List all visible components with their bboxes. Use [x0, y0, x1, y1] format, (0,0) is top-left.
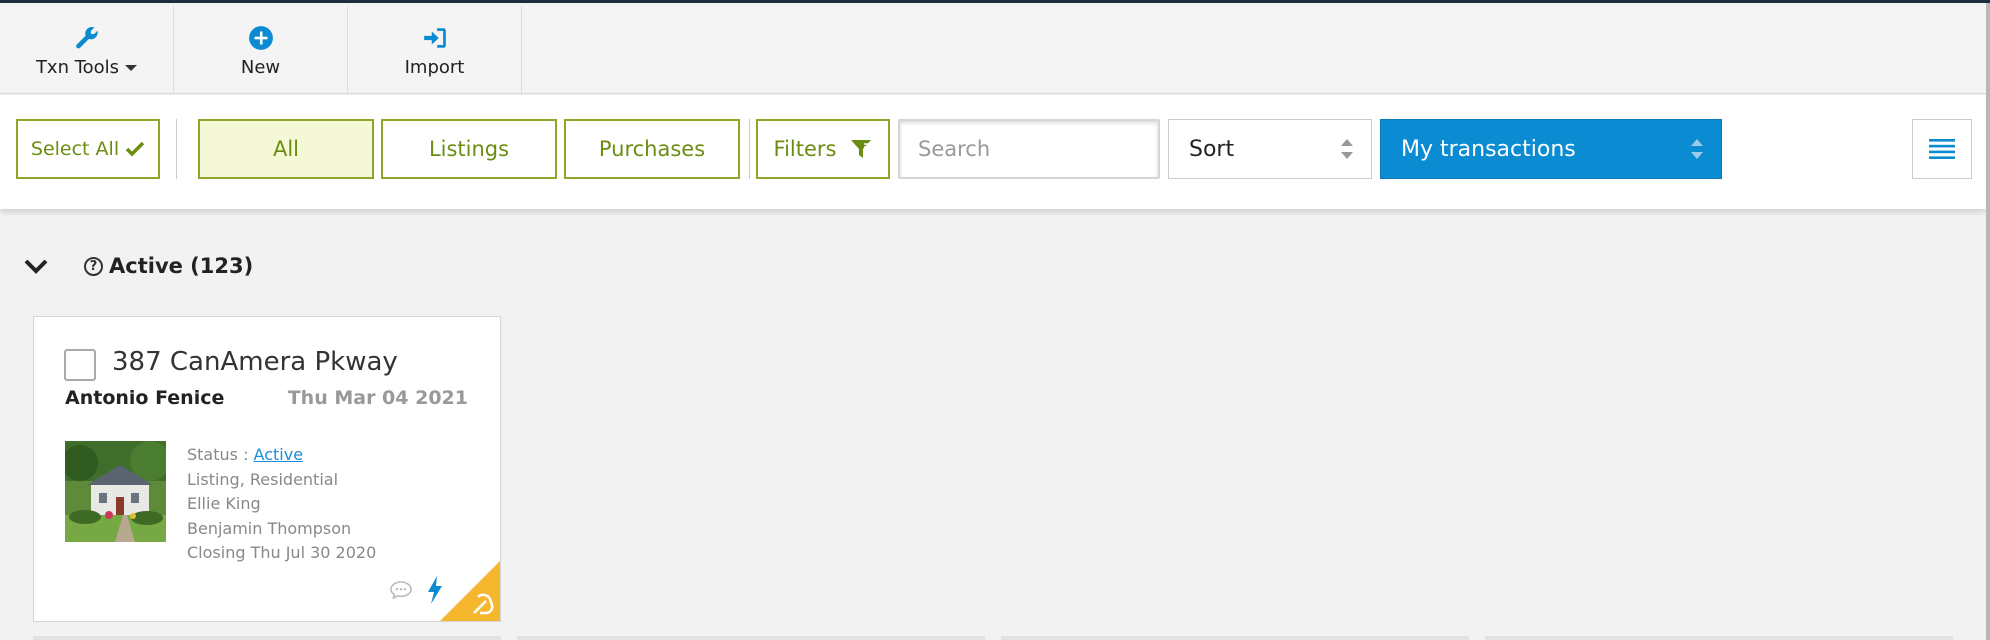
- card-address[interactable]: 387 CanAmera Pkway: [112, 347, 398, 377]
- import-button[interactable]: Import: [348, 6, 522, 94]
- select-all-label: Select All: [30, 138, 120, 160]
- divider: [176, 119, 177, 179]
- hand-corner-icon[interactable]: [440, 561, 500, 621]
- list-menu-button[interactable]: [1912, 119, 1972, 179]
- comment-icon[interactable]: [390, 581, 412, 603]
- transaction-card[interactable]: 387 CanAmera Pkway Antonio Fenice Thu Ma…: [33, 316, 501, 622]
- divider: [749, 119, 750, 179]
- check-icon: [125, 141, 145, 157]
- app-frame: Txn Tools New Import Select All All List…: [0, 0, 1990, 640]
- section-header: ? Active (123): [22, 251, 253, 281]
- new-label: New: [240, 56, 281, 78]
- filters-label: Filters: [773, 137, 837, 161]
- search-input[interactable]: [898, 119, 1160, 179]
- tab-listings-label: Listings: [428, 137, 510, 161]
- scrollbar-edge: [1986, 3, 1990, 640]
- owner-label: My transactions: [1401, 136, 1576, 162]
- sort-select[interactable]: Sort: [1168, 119, 1372, 179]
- card-date: Thu Mar 04 2021: [287, 387, 468, 409]
- property-photo[interactable]: [65, 441, 166, 542]
- section-title: Active (123): [109, 254, 254, 278]
- status-line: Status : Active: [187, 443, 376, 468]
- txn-tools-label: Txn Tools: [35, 56, 120, 78]
- owner-arrows-icon: [1691, 139, 1703, 159]
- tab-purchases[interactable]: Purchases: [564, 119, 740, 179]
- help-circle-icon[interactable]: ?: [84, 256, 103, 276]
- owner-select[interactable]: My transactions: [1380, 119, 1722, 179]
- import-label: Import: [404, 56, 465, 78]
- card-details: Status : Active Listing, Residential Ell…: [187, 443, 376, 566]
- list-menu-icon: [1929, 139, 1955, 159]
- card-checkbox[interactable]: [64, 349, 96, 381]
- new-button[interactable]: New: [174, 6, 348, 94]
- sort-label: Sort: [1189, 136, 1235, 162]
- txn-tools-button[interactable]: Txn Tools: [0, 6, 174, 94]
- sort-arrows-icon: [1341, 139, 1353, 159]
- status-link[interactable]: Active: [254, 445, 304, 464]
- card-closing: Closing Thu Jul 30 2020: [187, 543, 377, 562]
- tab-listings[interactable]: Listings: [381, 119, 557, 179]
- top-toolbar: Txn Tools New Import: [0, 6, 1986, 94]
- card-type: Listing, Residential: [187, 469, 339, 489]
- tab-all[interactable]: All: [198, 119, 374, 179]
- select-all-button[interactable]: Select All: [16, 119, 160, 179]
- filter-bar: Select All All Listings Purchases Filter…: [0, 95, 1986, 209]
- caret-down-icon: [125, 64, 138, 71]
- wrench-icon: [74, 23, 100, 53]
- tab-purchases-label: Purchases: [598, 137, 706, 161]
- card-agent: Antonio Fenice: [65, 387, 225, 409]
- status-prefix: Status :: [187, 445, 254, 464]
- card-person-1: Ellie King: [187, 494, 261, 513]
- plus-circle-icon: [248, 23, 274, 53]
- filters-button[interactable]: Filters: [756, 119, 890, 179]
- card-person-2: Benjamin Thompson: [187, 518, 352, 538]
- import-icon: [422, 23, 448, 53]
- card-actions: [390, 575, 444, 609]
- chevron-down-icon[interactable]: [22, 252, 50, 280]
- funnel-icon: [851, 140, 872, 158]
- tab-all-label: All: [272, 137, 300, 161]
